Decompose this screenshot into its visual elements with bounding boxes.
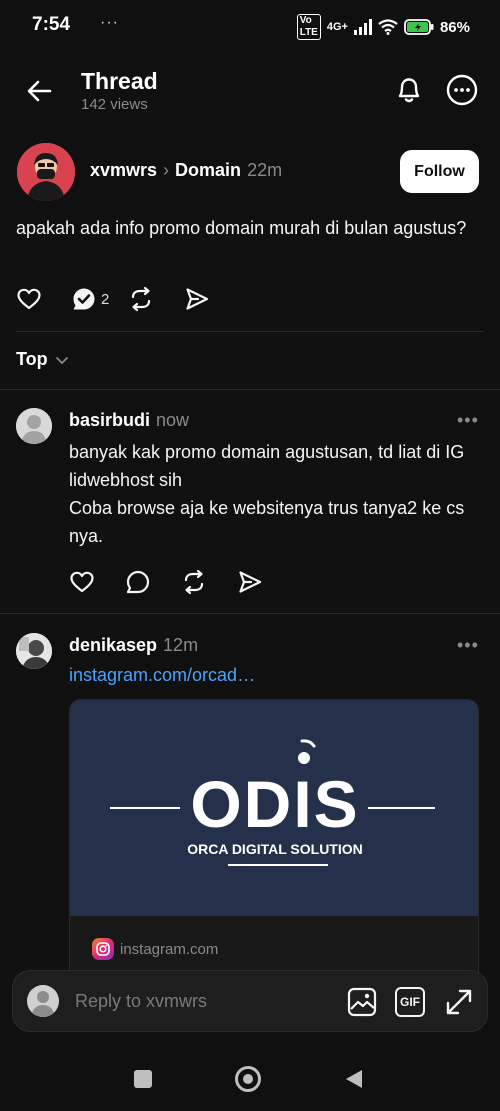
signal-icon bbox=[353, 19, 372, 35]
repost-icon bbox=[131, 286, 151, 312]
view-count: 142 views bbox=[81, 96, 148, 113]
expand-icon bbox=[446, 989, 472, 1015]
gif-label: GIF bbox=[400, 995, 420, 1009]
reply-text-line: banyak kak promo domain agustusan, td li… bbox=[69, 442, 465, 490]
battery-icon bbox=[404, 19, 434, 35]
repost-button[interactable] bbox=[128, 285, 184, 313]
expand-composer-button[interactable] bbox=[444, 987, 474, 1017]
post-text: apakah ada info promo domain murah di bu… bbox=[16, 218, 467, 238]
gif-button[interactable]: GIF bbox=[395, 987, 425, 1017]
follow-button[interactable]: Follow bbox=[400, 150, 479, 193]
default-avatar-icon bbox=[27, 985, 59, 1017]
reply-input[interactable]: Reply to xvmwrs bbox=[75, 991, 207, 1012]
reply-bubble-check-icon bbox=[73, 288, 95, 310]
post-meta: xvmwrs › Domain 22m bbox=[90, 160, 282, 181]
page-title: Thread bbox=[81, 68, 158, 94]
comment-bubble-icon bbox=[126, 570, 150, 594]
sort-dropdown[interactable]: Top bbox=[16, 349, 70, 370]
recent-apps-button[interactable] bbox=[134, 1070, 152, 1088]
reply-button[interactable]: 2 bbox=[72, 285, 128, 313]
reply-options-button[interactable]: ••• bbox=[457, 410, 479, 431]
reply-author[interactable]: denikasep bbox=[69, 635, 157, 656]
reply-time: 12m bbox=[163, 635, 199, 655]
reply-text: banyak kak promo domain agustusan, td li… bbox=[69, 438, 481, 550]
reply-author[interactable]: basirbudi bbox=[69, 410, 150, 431]
reply-avatar[interactable] bbox=[16, 633, 52, 669]
default-avatar-icon bbox=[16, 408, 52, 444]
post-actions: 2 bbox=[16, 285, 240, 313]
share-button[interactable] bbox=[184, 285, 240, 313]
repost-button[interactable] bbox=[181, 568, 237, 596]
reply-options-button[interactable]: ••• bbox=[457, 635, 479, 656]
image-icon bbox=[347, 987, 377, 1017]
link-preview-card[interactable]: ODIS ORCA DIGITAL SOLUTION instagram.com bbox=[69, 699, 479, 999]
send-icon bbox=[239, 571, 262, 593]
arrow-left-icon bbox=[27, 80, 52, 102]
heart-icon bbox=[17, 288, 41, 310]
more-circle-icon bbox=[446, 74, 478, 106]
battery-percent: 86% bbox=[439, 18, 470, 36]
reply-meta: denikasep 12m bbox=[69, 635, 198, 656]
divider bbox=[0, 613, 500, 614]
bell-icon bbox=[398, 78, 420, 103]
sort-label: Top bbox=[16, 349, 48, 369]
network-icon: Vo LTE bbox=[296, 14, 321, 40]
post-topic[interactable]: Domain bbox=[175, 160, 241, 181]
reply-actions bbox=[69, 568, 293, 596]
status-icons: Vo LTE 4G+ 86% bbox=[296, 14, 470, 40]
back-button[interactable] bbox=[24, 75, 56, 107]
reply-button[interactable] bbox=[125, 568, 181, 596]
status-time: 7:54 bbox=[32, 14, 71, 35]
status-overflow-dots: ··· bbox=[100, 14, 119, 31]
chevron-down-icon bbox=[55, 356, 68, 364]
triangle-back-icon bbox=[346, 1070, 362, 1088]
post-time: 22m bbox=[247, 160, 283, 180]
reply-text-line: Coba browse aja ke websitenya trus tanya… bbox=[69, 498, 465, 546]
reply-meta: basirbudi now bbox=[69, 410, 189, 431]
logo-tagline: ORCA DIGITAL SOLUTION bbox=[187, 841, 363, 857]
thread-options-button[interactable] bbox=[445, 73, 479, 107]
system-back-button[interactable] bbox=[344, 1068, 364, 1090]
link-preview-domain-text: instagram.com bbox=[120, 940, 219, 958]
attach-image-button[interactable] bbox=[347, 987, 377, 1017]
heart-icon bbox=[70, 571, 94, 593]
divider bbox=[16, 331, 484, 332]
link-preview-image: ODIS ORCA DIGITAL SOLUTION bbox=[70, 700, 478, 916]
like-button[interactable] bbox=[16, 285, 72, 313]
like-button[interactable] bbox=[69, 568, 125, 596]
avatar-image bbox=[17, 143, 75, 201]
share-button[interactable] bbox=[237, 568, 293, 596]
home-button[interactable] bbox=[235, 1066, 261, 1092]
logo-text: ODIS bbox=[190, 767, 360, 841]
topic-separator: › bbox=[163, 160, 170, 180]
author-avatar[interactable] bbox=[17, 143, 75, 201]
reply-time: now bbox=[156, 410, 190, 430]
network-type: 4G+ bbox=[326, 21, 348, 33]
link-preview-domain: instagram.com bbox=[92, 938, 218, 960]
instagram-icon bbox=[92, 938, 114, 960]
post-author[interactable]: xvmwrs bbox=[90, 160, 157, 181]
repost-icon bbox=[184, 569, 204, 595]
send-icon bbox=[186, 288, 209, 310]
reply-link[interactable]: instagram.com/orcad… bbox=[69, 665, 255, 686]
avatar-image bbox=[16, 633, 52, 669]
divider bbox=[0, 389, 500, 390]
reply-avatar[interactable] bbox=[16, 408, 52, 444]
my-avatar bbox=[27, 985, 59, 1017]
wifi-icon bbox=[378, 19, 398, 35]
reply-composer[interactable]: Reply to xvmwrs GIF bbox=[12, 970, 488, 1032]
reply-count: 2 bbox=[101, 290, 110, 308]
notifications-button[interactable] bbox=[393, 74, 425, 106]
